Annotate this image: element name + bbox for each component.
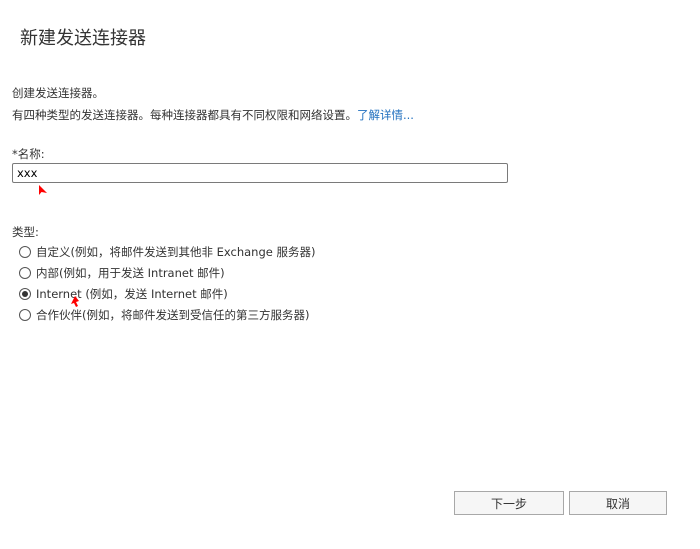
radio-label-internet: Internet (例如，发送 Internet 邮件): [36, 287, 228, 301]
radio-option-internal[interactable]: 内部(例如，用于发送 Intranet 邮件): [19, 264, 225, 282]
name-field-label: *名称:: [12, 147, 45, 161]
radio-option-partner[interactable]: 合作伙伴(例如，将邮件发送到受信任的第三方服务器): [19, 306, 309, 324]
connector-types-info: 有四种类型的发送连接器。每种连接器都具有不同权限和网络设置。了解详情...: [12, 107, 414, 123]
annotation-arrow-icon: [39, 185, 47, 195]
radio-button-custom[interactable]: [19, 246, 31, 258]
radio-label-partner: 合作伙伴(例如，将邮件发送到受信任的第三方服务器): [36, 308, 310, 322]
cancel-button[interactable]: 取消: [569, 491, 667, 515]
dialog-title: 新建发送连接器: [20, 28, 146, 49]
dialog-description: 创建发送连接器。: [12, 86, 104, 100]
learn-more-link[interactable]: 了解详情...: [357, 108, 414, 122]
name-input[interactable]: [12, 163, 508, 183]
annotation-arrow-icon: [71, 296, 79, 307]
radio-option-internet[interactable]: Internet (例如，发送 Internet 邮件): [19, 285, 228, 303]
radio-button-internet[interactable]: [19, 288, 31, 300]
radio-label-custom: 自定义(例如，将邮件发送到其他非 Exchange 服务器): [36, 245, 316, 259]
radio-button-internal[interactable]: [19, 267, 31, 279]
connector-types-text: 有四种类型的发送连接器。每种连接器都具有不同权限和网络设置。: [12, 108, 357, 122]
next-button[interactable]: 下一步: [454, 491, 564, 515]
type-label: 类型:: [12, 225, 39, 239]
radio-option-custom[interactable]: 自定义(例如，将邮件发送到其他非 Exchange 服务器): [19, 243, 315, 261]
new-send-connector-dialog: 新建发送连接器 创建发送连接器。 有四种类型的发送连接器。每种连接器都具有不同权…: [0, 0, 700, 549]
radio-button-partner[interactable]: [19, 309, 31, 321]
radio-label-internal: 内部(例如，用于发送 Intranet 邮件): [36, 266, 225, 280]
